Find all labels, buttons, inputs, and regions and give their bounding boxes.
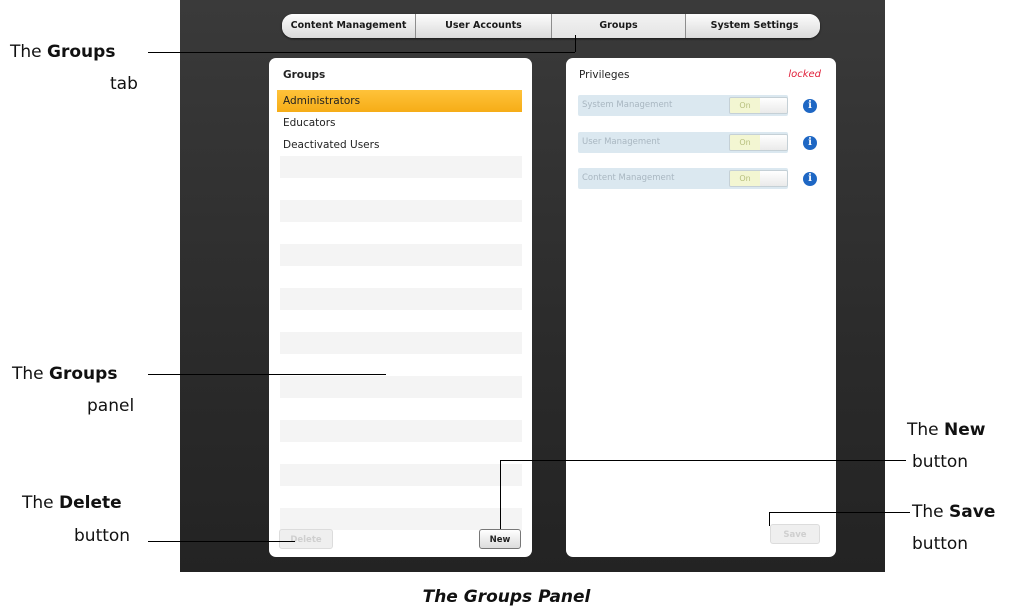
annotation-bold: New [944, 420, 986, 440]
tab-system-settings[interactable]: System Settings [686, 14, 820, 38]
toggle-state: On [730, 98, 760, 113]
tab-content-management[interactable]: Content Management [282, 14, 416, 38]
main-tab-bar: Content Management User Accounts Groups … [282, 14, 820, 38]
annotation-groups-panel-line2: panel [87, 396, 135, 416]
annotation-text: The [10, 42, 48, 62]
annotation-bold: Groups [47, 42, 116, 62]
privilege-system-management: System Management On [578, 95, 788, 116]
annotation-bold: Delete [59, 493, 122, 513]
callout-line [148, 374, 386, 375]
save-button[interactable]: Save [770, 524, 820, 544]
callout-line [769, 512, 770, 526]
group-item-educators[interactable]: Educators [277, 112, 522, 134]
annotation-bold: Groups [49, 364, 118, 384]
annotation-groups-tab-line2: tab [110, 74, 138, 94]
annotation-delete-button-line2: button [74, 526, 131, 546]
list-stripe [280, 200, 522, 222]
annotation-save-button: The Save [912, 500, 995, 524]
locked-status: locked [788, 69, 821, 80]
annotation-groups-panel: The Groups [12, 362, 117, 386]
privilege-toggle[interactable]: On [729, 170, 788, 187]
annotation-new-button-line2: button [912, 452, 969, 472]
callout-line [148, 541, 295, 542]
privilege-user-management: User Management On [578, 132, 788, 153]
toggle-knob [760, 171, 787, 186]
annotation-groups-tab: The Groups [10, 40, 115, 64]
tab-groups[interactable]: Groups [552, 14, 686, 38]
annotation-text: The [12, 364, 50, 384]
list-stripe [280, 288, 522, 310]
toggle-knob [760, 98, 787, 113]
list-stripe [280, 156, 522, 178]
toggle-knob [760, 135, 787, 150]
privileges-heading: Privileges [579, 69, 630, 81]
tab-user-accounts[interactable]: User Accounts [416, 14, 552, 38]
annotation-save-button-line2: button [912, 534, 969, 554]
delete-button[interactable]: Delete [279, 529, 333, 549]
group-item-administrators[interactable]: Administrators [277, 90, 522, 112]
annotation-text: The [22, 493, 60, 513]
annotation-text: The [907, 420, 945, 440]
list-stripe [280, 244, 522, 266]
toggle-state: On [730, 171, 760, 186]
new-button[interactable]: New [479, 529, 521, 549]
info-icon[interactable]: i [803, 136, 817, 150]
privilege-toggle[interactable]: On [729, 97, 788, 114]
annotation-text: The [912, 502, 950, 522]
annotation-bold: Save [949, 502, 996, 522]
figure-caption: The Groups Panel [422, 587, 591, 607]
privilege-label: System Management [582, 100, 673, 110]
info-icon[interactable]: i [803, 172, 817, 186]
callout-line [769, 512, 910, 513]
callout-line [575, 35, 576, 52]
annotation-new-button: The New [907, 418, 986, 442]
privilege-label: User Management [582, 137, 661, 147]
list-stripe [280, 420, 522, 442]
callout-line [500, 460, 906, 461]
privilege-content-management: Content Management On [578, 168, 788, 189]
callout-line [500, 460, 501, 529]
groups-panel-heading: Groups [283, 69, 326, 81]
groups-panel: Groups Administrators Educators Deactiva… [269, 58, 532, 557]
info-icon[interactable]: i [803, 99, 817, 113]
list-stripe [280, 464, 522, 486]
privilege-toggle[interactable]: On [729, 134, 788, 151]
privilege-label: Content Management [582, 173, 675, 183]
list-stripe [280, 376, 522, 398]
groups-list: Administrators Educators Deactivated Use… [277, 90, 522, 156]
list-stripe [280, 332, 522, 354]
toggle-state: On [730, 135, 760, 150]
annotation-delete-button: The Delete [22, 491, 122, 515]
privileges-panel: Privileges locked System Management On i… [566, 58, 836, 557]
group-item-deactivated-users[interactable]: Deactivated Users [277, 134, 522, 156]
callout-line [148, 52, 575, 53]
list-stripe [280, 508, 522, 530]
